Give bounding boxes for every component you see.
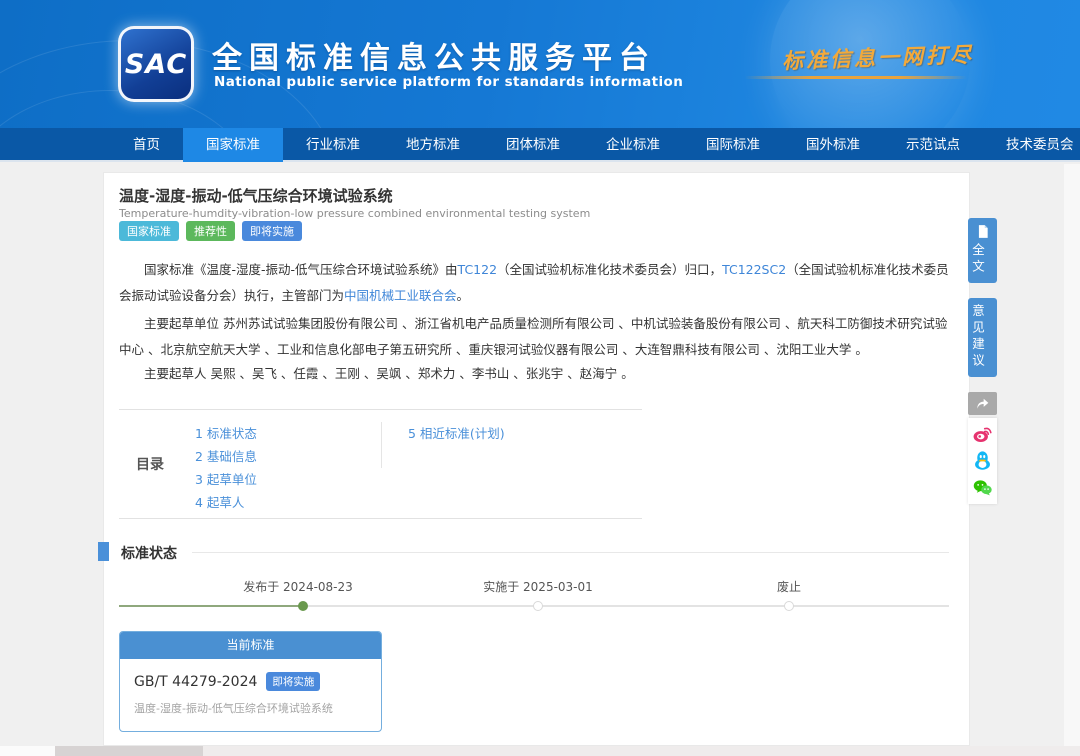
status-timeline: 发布于 2024-08-23 实施于 2025-03-01 废止 bbox=[104, 578, 969, 624]
fulltext-label: 全文 bbox=[968, 243, 987, 276]
social-share-panel bbox=[968, 418, 997, 504]
standard-code-row: GB/T 44279-2024 即将实施 bbox=[134, 672, 367, 691]
drafters-paragraph: 主要起草人 吴熙 、吴飞 、任霞 、王刚 、吴飒 、郑术力 、李书山 、张兆宇 … bbox=[119, 361, 957, 387]
link-tc122[interactable]: TC122 bbox=[458, 262, 498, 277]
sac-logo-text: SAC bbox=[125, 49, 187, 80]
nav-item-group-standards[interactable]: 团体标准 bbox=[483, 128, 583, 162]
nav-item-pilot-demo[interactable]: 示范试点 bbox=[883, 128, 983, 162]
link-tc122sc2[interactable]: TC122SC2 bbox=[722, 262, 786, 277]
toc-link-similar-standards[interactable]: 5 相近标准(计划) bbox=[408, 422, 505, 445]
tag-row: 国家标准 推荐性 即将实施 bbox=[119, 221, 302, 241]
nav-item-international-standards[interactable]: 国际标准 bbox=[683, 128, 783, 162]
timeline-dot-published bbox=[298, 601, 308, 611]
drafting-orgs-paragraph: 主要起草单位 苏州苏试试验集团股份有限公司 、浙江省机电产品质量检测所有限公司 … bbox=[119, 311, 957, 363]
nav-item-technical-committee[interactable]: 技术委员会 bbox=[983, 128, 1080, 162]
tag-national-standard: 国家标准 bbox=[119, 221, 179, 241]
toc-link-drafting-orgs[interactable]: 3 起草单位 bbox=[195, 468, 381, 491]
wechat-icon[interactable] bbox=[972, 477, 993, 498]
tag-recommended: 推荐性 bbox=[186, 221, 235, 241]
content-panel: 温度-湿度-振动-低气压综合环境试验系统 Temperature-humdity… bbox=[103, 172, 970, 746]
nav-item-national-standards[interactable]: 国家标准 bbox=[183, 128, 283, 162]
nav-item-enterprise-standards[interactable]: 企业标准 bbox=[583, 128, 683, 162]
tag-upcoming: 即将实施 bbox=[242, 221, 302, 241]
document-icon bbox=[976, 224, 990, 239]
current-standard-card[interactable]: 当前标准 GB/T 44279-2024 即将实施 温度-湿度-振动-低气压综合… bbox=[119, 631, 382, 732]
timeline-label-published: 发布于 2024-08-23 bbox=[243, 578, 353, 595]
nav-item-local-standards[interactable]: 地方标准 bbox=[383, 128, 483, 162]
timeline-track-done bbox=[119, 605, 303, 607]
intro-text: （全国试验机标准化技术委员会）归口， bbox=[497, 262, 722, 277]
intro-text: 国家标准《温度-湿度-振动-低气压综合环境试验系统》由 bbox=[144, 262, 458, 277]
weibo-icon[interactable] bbox=[972, 423, 993, 444]
intro-paragraph: 国家标准《温度-湿度-振动-低气压综合环境试验系统》由TC122（全国试验机标准… bbox=[119, 257, 957, 309]
timeline-label-abolished: 废止 bbox=[777, 578, 801, 595]
current-standard-card-header: 当前标准 bbox=[120, 632, 381, 659]
standard-title-en: Temperature-humdity-vibration-low pressu… bbox=[119, 207, 590, 220]
standard-code[interactable]: GB/T 44279-2024 bbox=[134, 674, 257, 690]
toc-link-status[interactable]: 1 标准状态 bbox=[195, 422, 381, 445]
toc-link-basic-info[interactable]: 2 基础信息 bbox=[195, 445, 381, 468]
horizontal-scrollbar[interactable] bbox=[0, 746, 1080, 756]
table-of-contents: 目录 1 标准状态 2 基础信息 3 起草单位 4 起草人 5 相近标准(计划) bbox=[119, 409, 642, 519]
section-accent-bar bbox=[98, 542, 109, 561]
vertical-scrollbar-strip[interactable] bbox=[1064, 164, 1080, 746]
timeline-dot-abolished bbox=[784, 601, 794, 611]
qq-icon[interactable] bbox=[972, 450, 993, 471]
site-header: SAC 全国标准信息公共服务平台 National public service… bbox=[0, 0, 1080, 128]
toc-label: 目录 bbox=[119, 410, 181, 518]
standard-title: 温度-湿度-振动-低气压综合环境试验系统 bbox=[119, 185, 393, 206]
horizontal-scrollbar-thumb[interactable] bbox=[55, 746, 203, 756]
standard-name: 温度-湿度-振动-低气压综合环境试验系统 bbox=[134, 700, 367, 716]
toc-link-drafters[interactable]: 4 起草人 bbox=[195, 491, 381, 514]
feedback-label: 意见建议 bbox=[968, 304, 987, 370]
nav-item-home[interactable]: 首页 bbox=[110, 128, 183, 162]
main-nav: 首页 国家标准 行业标准 地方标准 团体标准 企业标准 国际标准 国外标准 示范… bbox=[0, 128, 1080, 162]
nav-item-foreign-standards[interactable]: 国外标准 bbox=[783, 128, 883, 162]
link-machinery-federation[interactable]: 中国机械工业联合会 bbox=[344, 288, 457, 303]
share-icon bbox=[975, 397, 990, 411]
feedback-button[interactable]: 意见建议 bbox=[968, 298, 997, 377]
fulltext-button[interactable]: 全文 bbox=[968, 218, 997, 283]
timeline-dot-implemented bbox=[533, 601, 543, 611]
slogan-underline bbox=[745, 76, 967, 79]
timeline-label-implemented: 实施于 2025-03-01 bbox=[483, 578, 593, 595]
share-button[interactable] bbox=[968, 392, 997, 415]
site-subtitle: National public service platform for sta… bbox=[214, 74, 683, 90]
upcoming-badge: 即将实施 bbox=[266, 672, 320, 691]
scrollbar-corner bbox=[0, 746, 55, 756]
section-divider-line bbox=[192, 552, 949, 553]
nav-item-industry-standards[interactable]: 行业标准 bbox=[283, 128, 383, 162]
floating-toolbar: 全文 意见建议 bbox=[968, 218, 997, 504]
site-title: 全国标准信息公共服务平台 bbox=[212, 33, 656, 77]
sac-logo[interactable]: SAC bbox=[118, 26, 194, 102]
status-section-title: 标准状态 bbox=[121, 543, 177, 563]
intro-text: 。 bbox=[457, 288, 470, 303]
status-section-header: 标准状态 bbox=[104, 541, 969, 563]
